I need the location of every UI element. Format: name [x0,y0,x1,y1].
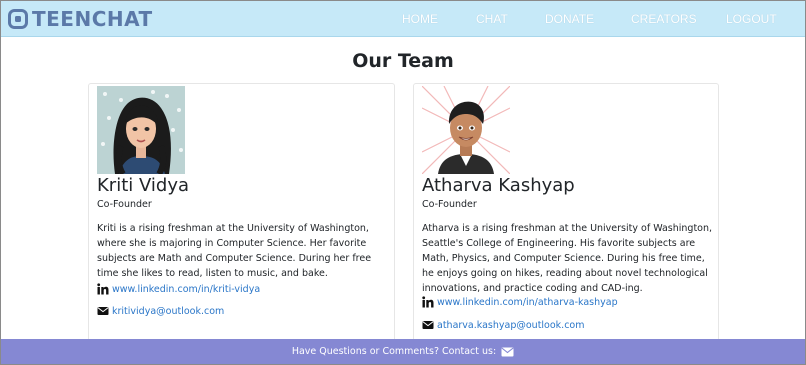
nav-donate-link[interactable]: DONATE [545,12,594,26]
brand-name: TEENCHAT [32,7,153,31]
linkedin-icon [97,283,109,295]
email-row: kritividya@outlook.com [97,305,224,317]
nav-chat-link[interactable]: CHAT [476,12,508,26]
nav-logout-link[interactable]: LOGOUT [726,12,777,26]
nav-home-link[interactable]: HOME [402,12,438,26]
envelope-icon [97,307,109,315]
member-bio: Kriti is a rising freshman at the Univer… [97,223,372,279]
footer-bar: Have Questions or Comments? Contact us: [1,339,805,364]
envelope-icon[interactable] [501,347,514,357]
team-member-card: Kriti Vidya Co-Founder Kriti is a rising… [88,83,395,345]
footer-text: Have Questions or Comments? Contact us: [291,346,497,357]
page-title: Our Team [352,50,454,72]
email-link[interactable]: atharva.kashyap@outlook.com [437,320,585,331]
logo-icon [8,9,28,29]
email-link[interactable]: kritividya@outlook.com [112,306,224,317]
top-navbar: TEENCHAT HOME CHAT DONATE CREATORS LOGOU… [1,1,805,37]
envelope-icon [422,321,434,329]
linkedin-row: www.linkedin.com/in/kriti-vidya [97,283,260,295]
linkedin-row: www.linkedin.com/in/atharva-kashyap [422,296,618,308]
male-avatar-image [422,86,510,174]
linkedin-link[interactable]: www.linkedin.com/in/atharva-kashyap [437,297,618,308]
member-bio: Atharva is a rising freshman at the Univ… [422,223,713,294]
member-role: Co-Founder [97,199,152,210]
avatar [97,86,185,174]
avatar [422,86,510,174]
linkedin-link[interactable]: www.linkedin.com/in/kriti-vidya [112,284,260,295]
member-name: Atharva Kashyap [422,175,575,196]
female-avatar-image [97,86,185,174]
email-row: atharva.kashyap@outlook.com [422,319,585,331]
linkedin-icon [422,296,434,308]
brand-logo[interactable]: TEENCHAT [8,7,153,31]
nav-creators-link[interactable]: CREATORS [631,12,697,26]
member-role: Co-Founder [422,199,477,210]
team-member-card: Atharva Kashyap Co-Founder Atharva is a … [413,83,719,345]
member-name: Kriti Vidya [97,175,190,196]
